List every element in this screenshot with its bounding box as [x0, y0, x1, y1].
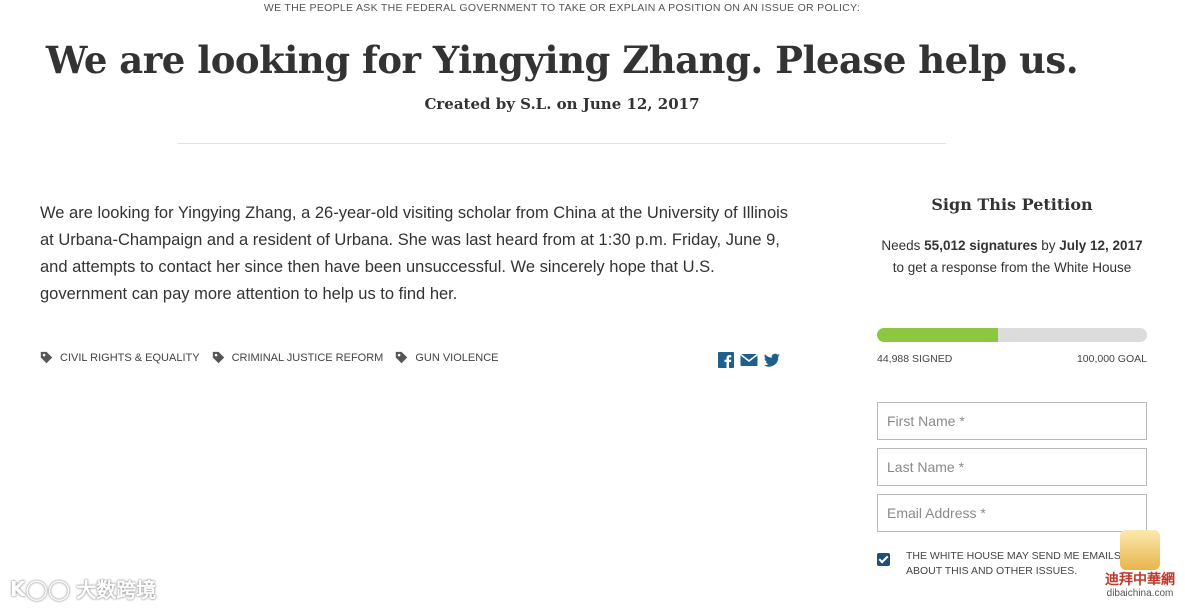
signature-progress-bar: [877, 328, 1147, 342]
email-consent-label: THE WHITE HOUSE MAY SEND ME EMAILS ABOUT…: [906, 550, 1121, 577]
last-name-field[interactable]: [877, 448, 1147, 486]
facebook-icon[interactable]: [717, 351, 735, 369]
needs-date: July 12, 2017: [1059, 238, 1143, 253]
header-divider: [178, 143, 946, 144]
tag-gun-violence[interactable]: GUN VIOLENCE: [395, 351, 498, 364]
signature-needs: Needs 55,012 signatures by July 12, 2017…: [880, 235, 1144, 279]
needs-count: 55,012 signatures: [924, 238, 1038, 253]
issue-tags: CIVIL RIGHTS & EQUALITY CRIMINAL JUSTICE…: [40, 351, 510, 364]
tag-icon: [212, 351, 224, 364]
watermark-right-cn: 迪拜中華網: [1105, 572, 1175, 588]
page-kicker: WE THE PEOPLE ASK THE FEDERAL GOVERNMENT…: [263, 2, 861, 14]
needs-suffix: to get a response from the White House: [892, 260, 1132, 275]
watermark-left-text: 大数跨境: [76, 578, 157, 602]
tag-civil-rights[interactable]: CIVIL RIGHTS & EQUALITY: [40, 351, 200, 364]
watermark-right-en: dibaichina.com: [1106, 588, 1174, 599]
progress-fill: [877, 328, 999, 342]
tag-label: GUN VIOLENCE: [415, 351, 499, 364]
email-icon[interactable]: [740, 351, 758, 369]
created-by-line: Created by S.L. on June 12, 2017: [424, 95, 700, 113]
needs-prefix: Needs: [881, 238, 925, 253]
signed-count: 44,988 SIGNED: [877, 353, 953, 365]
email-consent-checkbox[interactable]: [877, 553, 890, 566]
needs-by: by: [1037, 238, 1060, 253]
tag-icon: [396, 351, 408, 364]
tag-icon: [40, 351, 53, 364]
tag-label: CIVIL RIGHTS & EQUALITY: [60, 351, 200, 364]
tag-criminal-justice[interactable]: CRIMINAL JUSTICE REFORM: [212, 351, 384, 364]
share-links: [717, 351, 786, 369]
twitter-icon[interactable]: [763, 351, 781, 369]
tag-label: CRIMINAL JUSTICE REFORM: [231, 351, 384, 364]
watermark-left: K◯◯ 大数跨境: [10, 574, 156, 603]
first-name-field[interactable]: [877, 402, 1147, 440]
email-field[interactable]: [877, 494, 1147, 532]
petition-body: We are looking for Yingying Zhang, a 26-…: [40, 204, 789, 303]
page-title: We are looking for Yingying Zhang. Pleas…: [45, 38, 1079, 82]
watermark-emblem-icon: [1120, 530, 1160, 570]
watermark-right: 迪拜中華網 dibaichina.com: [1100, 530, 1180, 600]
watermark-logo-icon: K◯◯: [10, 576, 71, 601]
sign-petition-title: Sign This Petition: [931, 195, 1093, 214]
goal-count: 100,000 GOAL: [1076, 353, 1147, 365]
